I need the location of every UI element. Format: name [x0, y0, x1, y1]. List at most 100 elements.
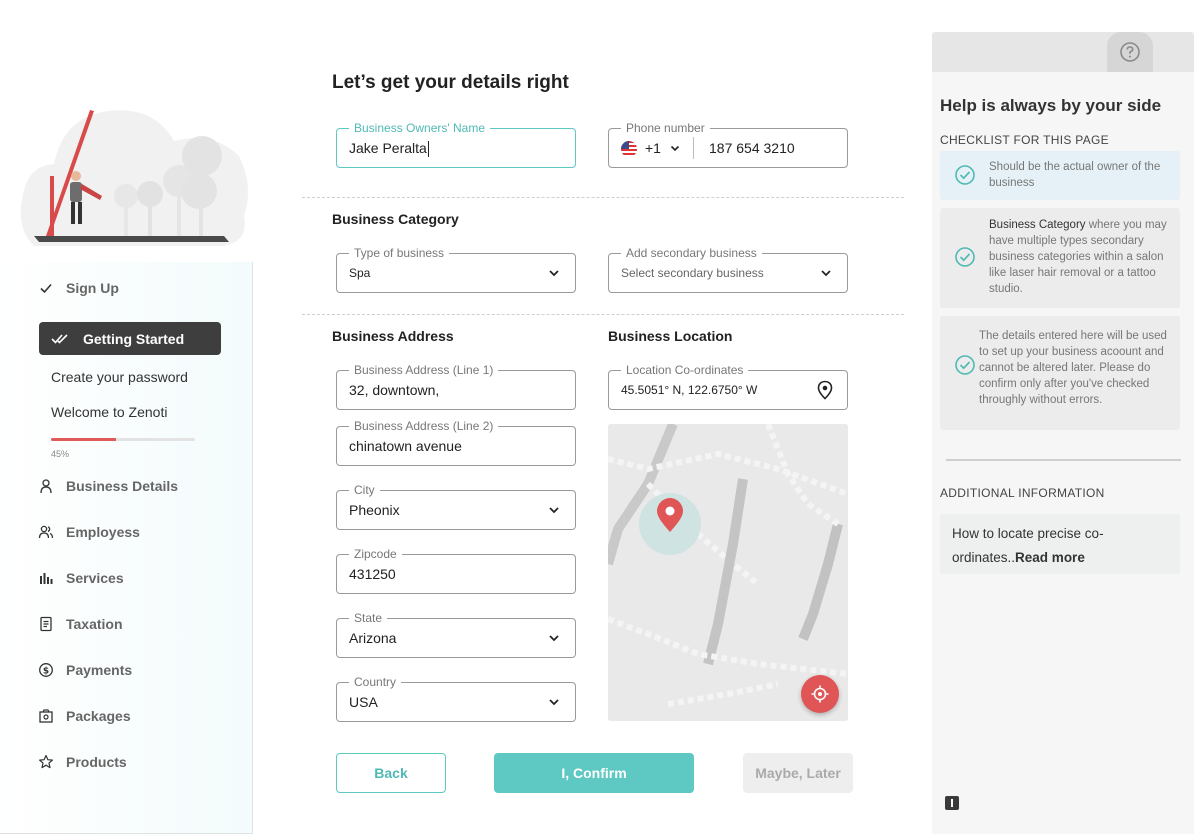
help-panel-header — [932, 32, 1194, 72]
checklist-text: Should be the actual owner of the busine… — [989, 161, 1161, 189]
check-circle-icon — [955, 355, 975, 375]
step-business-details[interactable]: Business Details — [38, 474, 178, 498]
select-value: Pheonix — [349, 502, 400, 518]
section-divider — [302, 197, 904, 198]
step-payments[interactable]: $ Payments — [38, 658, 132, 682]
input-value: 431250 — [349, 566, 396, 582]
additional-info-title: ADDITIONAL INFORMATION — [940, 486, 1105, 500]
locate-me-button[interactable] — [801, 675, 839, 713]
chevron-down-icon — [549, 635, 559, 642]
progress-label: 45% — [51, 449, 70, 459]
address-line1-input[interactable]: Business Address (Line 1) 32, downtown, — [336, 363, 576, 410]
substep-welcome[interactable]: Welcome to Zenoti — [51, 404, 167, 420]
step-label: Taxation — [66, 616, 123, 632]
input-value: 45.5051° N, 122.6750° W — [621, 383, 758, 397]
location-pin-icon[interactable] — [815, 380, 835, 400]
chevron-down-icon — [821, 270, 831, 277]
chevron-down-icon — [549, 270, 559, 277]
chevron-down-icon[interactable] — [669, 142, 681, 154]
address-line2-input[interactable]: Business Address (Line 2) chinatown aven… — [336, 419, 576, 466]
phone-field[interactable]: Phone number +1 187 654 3210 — [608, 121, 848, 168]
back-button[interactable]: Back — [336, 753, 446, 793]
phone-number-value: 187 654 3210 — [709, 140, 795, 156]
business-category-heading: Business Category — [332, 211, 459, 227]
divider — [693, 137, 694, 159]
coordinates-input[interactable]: Location Co-ordinates 45.5051° N, 122.67… — [608, 363, 848, 410]
double-check-icon — [51, 332, 69, 346]
checklist-title: CHECKLIST FOR THIS PAGE — [940, 133, 1109, 147]
check-circle-icon — [955, 247, 975, 267]
checklist-item: The details entered here will be used to… — [940, 316, 1180, 430]
checklist-text: Business Category where you may have mul… — [989, 217, 1172, 297]
secondary-business-select[interactable]: Add secondary business Select secondary … — [608, 246, 848, 293]
step-packages[interactable]: Packages — [38, 704, 131, 728]
step-label: Business Details — [66, 478, 179, 494]
owner-name-value: Jake Peralta — [349, 140, 427, 156]
dollar-coin-icon: $ — [38, 662, 54, 678]
step-label: Products — [66, 754, 127, 770]
read-more-link[interactable]: Read more — [1015, 550, 1085, 565]
field-value: Jake Peralta — [349, 129, 429, 167]
step-label: Getting Started — [83, 330, 185, 347]
step-services[interactable]: Services — [38, 566, 124, 590]
step-getting-started[interactable]: Getting Started — [39, 322, 221, 355]
star-icon — [38, 754, 54, 770]
select-value: Arizona — [349, 630, 397, 646]
crosshair-icon — [811, 685, 829, 703]
svg-text:$: $ — [43, 666, 49, 676]
checklist-text: The details entered here will be used to… — [979, 330, 1167, 406]
select-value: Spa — [349, 266, 371, 280]
page-title: Let’s get your details right — [332, 72, 569, 93]
substep-create-password[interactable]: Create your password — [51, 369, 188, 385]
check-icon — [38, 280, 54, 296]
step-taxation[interactable]: Taxation — [38, 612, 123, 636]
help-toggle[interactable] — [1107, 32, 1153, 72]
cursor-badge-icon — [945, 796, 959, 810]
maybe-later-button[interactable]: Maybe, Later — [743, 753, 853, 793]
help-panel: Help is always by your side CHECKLIST FO… — [932, 32, 1194, 834]
select-value: USA — [349, 694, 378, 710]
step-label: Payments — [66, 662, 133, 678]
step-label: Packages — [66, 708, 131, 724]
checklist-bold: Business Category — [989, 219, 1086, 231]
chevron-down-icon — [549, 507, 559, 514]
checklist-item: Business Category where you may have mul… — [940, 208, 1180, 308]
city-select[interactable]: City Pheonix — [336, 483, 576, 530]
checklist-item: Should be the actual owner of the busine… — [940, 151, 1180, 200]
business-address-heading: Business Address — [332, 328, 454, 344]
progress-fill — [51, 438, 116, 441]
zipcode-input[interactable]: Zipcode 431250 — [336, 547, 576, 594]
step-label: Employess — [66, 524, 140, 540]
input-value: 32, downtown, — [349, 382, 440, 398]
chevron-down-icon — [549, 699, 559, 706]
input-value: chinatown avenue — [349, 438, 462, 454]
text-caret — [427, 141, 429, 158]
check-circle-icon — [955, 165, 975, 185]
people-icon — [38, 524, 54, 540]
step-employess[interactable]: Employess — [38, 520, 140, 544]
progress-bar — [51, 438, 195, 441]
us-flag-icon — [621, 141, 637, 157]
select-placeholder: Select secondary business — [621, 266, 764, 280]
confirm-button[interactable]: I, Confirm — [494, 753, 694, 793]
step-sign-up[interactable]: Sign Up — [38, 276, 119, 300]
person-icon — [38, 478, 54, 494]
document-icon — [38, 616, 54, 632]
owner-name-field[interactable]: Business Owners' Name Jake Peralta — [336, 121, 576, 168]
help-divider — [946, 459, 1181, 461]
additional-info-card: How to locate precise co-ordinates..Read… — [940, 514, 1180, 574]
country-code[interactable]: +1 — [645, 129, 661, 167]
question-icon — [1120, 42, 1140, 62]
step-products[interactable]: Products — [38, 750, 127, 774]
country-select[interactable]: Country USA — [336, 675, 576, 722]
step-label: Sign Up — [66, 280, 119, 296]
help-title: Help is always by your side — [940, 96, 1162, 115]
type-of-business-select[interactable]: Type of business Spa — [336, 246, 576, 293]
state-select[interactable]: State Arizona — [336, 611, 576, 658]
business-location-heading: Business Location — [608, 328, 733, 344]
welcome-illustration — [20, 110, 248, 246]
package-icon — [38, 708, 54, 724]
step-label: Services — [66, 570, 124, 586]
field-label: Phone number — [621, 121, 710, 135]
bar-chart-icon — [38, 570, 54, 586]
